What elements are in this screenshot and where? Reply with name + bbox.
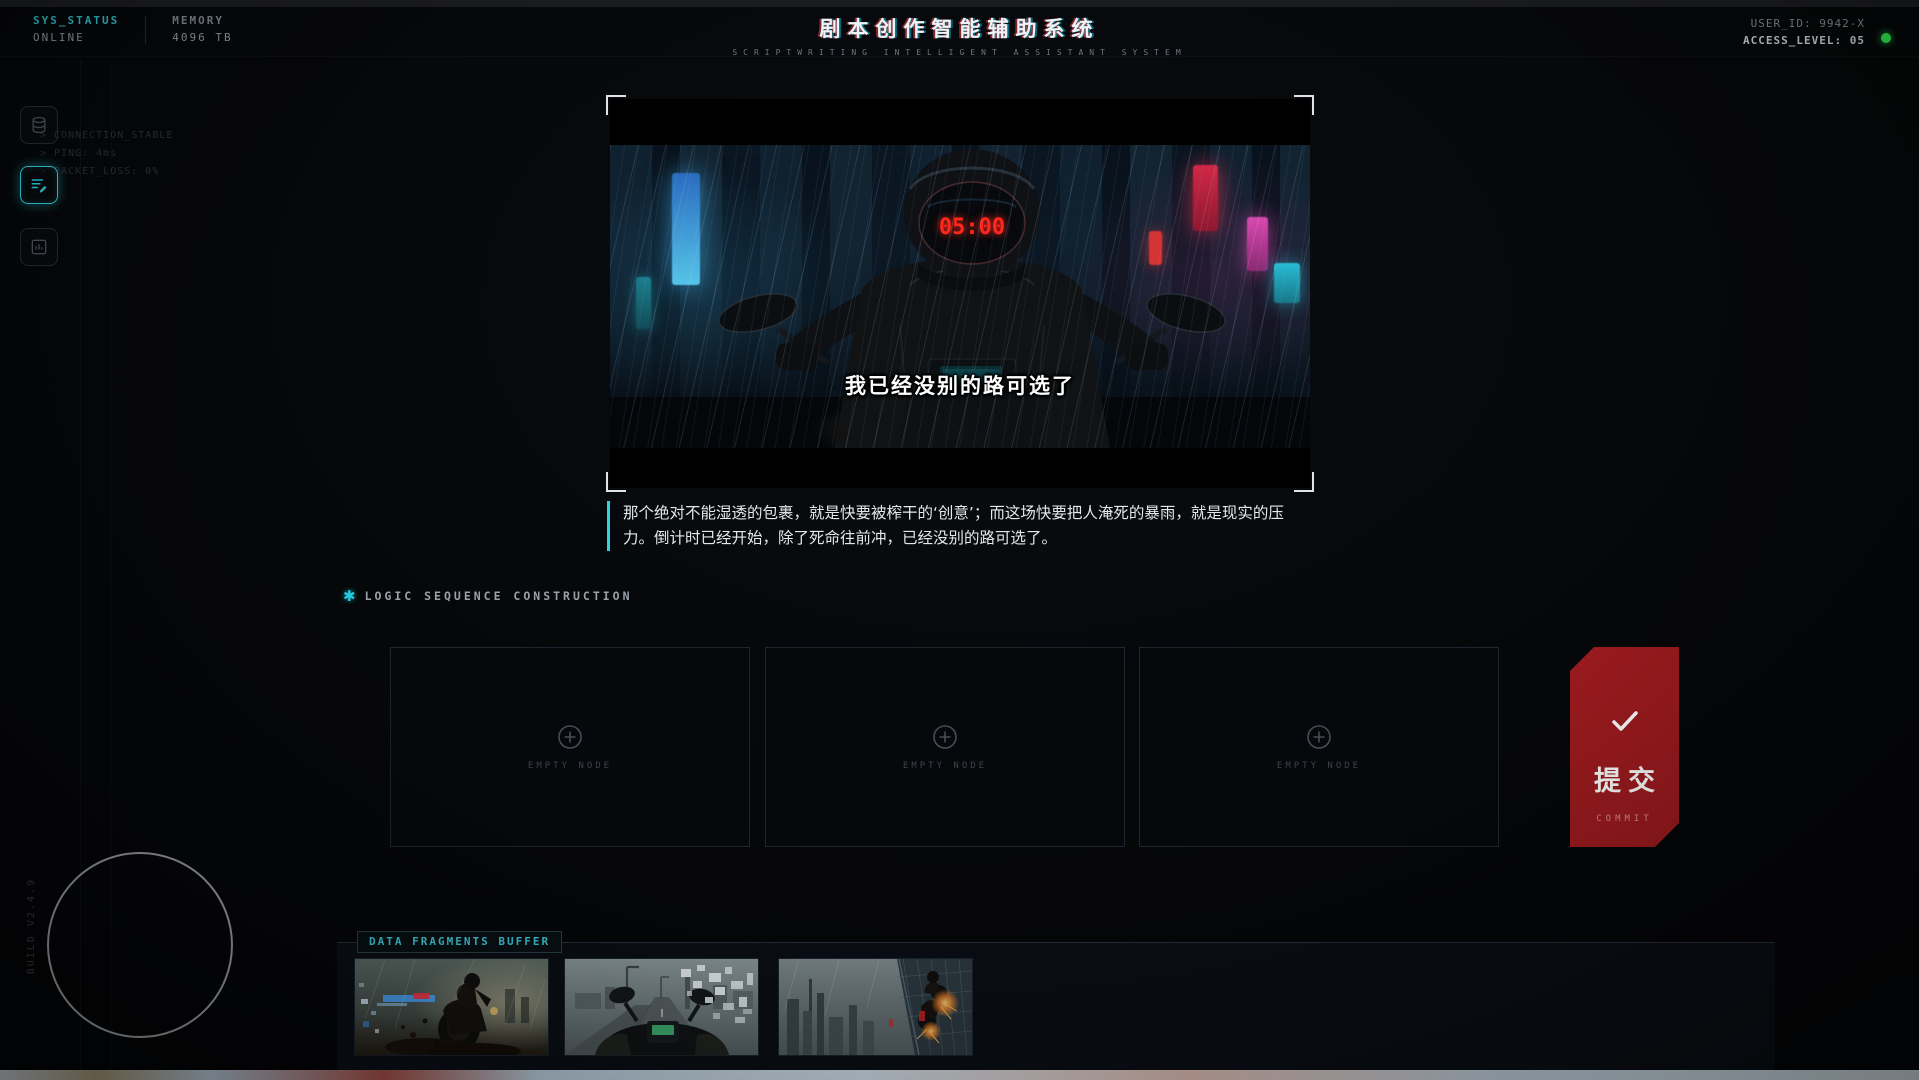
- frame-corner-bracket: [606, 95, 626, 115]
- rider-illustration: 05:00: [610, 145, 1310, 448]
- svg-text:05:00: 05:00: [939, 215, 1005, 240]
- scene-artwork: 05:00 我已经没别的路可选了: [610, 145, 1310, 448]
- online-status-dot: [1881, 33, 1891, 43]
- empty-node-label: EMPTY NODE: [1277, 761, 1361, 771]
- checkmark-icon: [1610, 709, 1640, 733]
- add-node-icon: [1305, 723, 1333, 751]
- logic-section-header: ✱ LOGIC SEQUENCE CONSTRUCTION: [343, 587, 633, 605]
- user-id: USER_ID: 9942-X: [1743, 17, 1865, 30]
- terminal-line: > PING: 4ms: [40, 148, 117, 159]
- scene-subtitle: 我已经没别的路可选了: [610, 370, 1310, 400]
- terminal-log: > CONNECTION_STABLE > PING: 4ms > PACKET…: [40, 127, 173, 181]
- fragment-thumbnail-firstperson[interactable]: [564, 958, 759, 1056]
- sidebar-item-database[interactable]: [20, 106, 58, 144]
- header-user-group: USER_ID: 9942-X ACCESS_LEVEL: 05: [1743, 17, 1865, 47]
- logic-node-slot-3[interactable]: EMPTY NODE: [1139, 647, 1499, 847]
- app-root: SYS_STATUS ONLINE MEMORY 4096 TB 剧本创作智能辅…: [0, 0, 1919, 1080]
- app-title: 剧本创作智能辅助系统: [0, 13, 1919, 43]
- commit-button[interactable]: 提交 COMMIT: [1570, 647, 1679, 847]
- bottom-peek-strip: [0, 1070, 1919, 1080]
- app-subtitle: SCRIPTWRITING INTELLIGENT ASSISTANT SYST…: [0, 48, 1919, 57]
- asterisk-icon: ✱: [343, 587, 356, 605]
- terminal-line: > CONNECTION_STABLE: [40, 130, 173, 141]
- chase-scene-art: [355, 959, 548, 1055]
- frame-corner-bracket: [1294, 95, 1314, 115]
- access-level: ACCESS_LEVEL: 05: [1743, 34, 1865, 47]
- script-edit-icon: [29, 175, 49, 195]
- database-icon: [29, 115, 49, 135]
- empty-node-label: EMPTY NODE: [903, 761, 987, 771]
- empty-node-label: EMPTY NODE: [528, 761, 612, 771]
- decorative-circle: [47, 852, 233, 1038]
- top-header: SYS_STATUS ONLINE MEMORY 4096 TB 剧本创作智能辅…: [0, 7, 1919, 57]
- data-fragments-label: DATA FRAGMENTS BUFFER: [357, 931, 562, 953]
- header-title-group: 剧本创作智能辅助系统 SCRIPTWRITING INTELLIGENT ASS…: [0, 13, 1919, 57]
- data-fragments-panel: [337, 942, 1775, 1080]
- frame-corner-bracket: [1294, 472, 1314, 492]
- scene-description: 那个绝对不能湿透的包裹，就是快要被榨干的‘创意’；而这场快要把人淹死的暴雨，就是…: [607, 501, 1314, 551]
- add-node-icon: [931, 723, 959, 751]
- sidebar-item-script-editor[interactable]: [20, 166, 58, 204]
- commit-label-cn: 提交: [1587, 759, 1662, 798]
- chart-icon: [29, 237, 49, 257]
- add-node-icon: [556, 723, 584, 751]
- wall-ride-art: [779, 959, 972, 1055]
- logic-node-slot-2[interactable]: EMPTY NODE: [765, 647, 1125, 847]
- fragment-thumbnail-wallride[interactable]: [778, 958, 973, 1056]
- first-person-art: [565, 959, 758, 1055]
- commit-label-en: COMMIT: [1596, 814, 1653, 824]
- frame-corner-bracket: [606, 472, 626, 492]
- fragment-thumbnail-chase[interactable]: [354, 958, 549, 1056]
- build-version-label: BUILD V2.4.9: [26, 878, 37, 974]
- storyboard-viewer[interactable]: 05:00 我已经没别的路可选了: [610, 99, 1310, 488]
- sidebar-item-analytics[interactable]: [20, 228, 58, 266]
- window-top-edge: [0, 0, 1919, 7]
- logic-node-slot-1[interactable]: EMPTY NODE: [390, 647, 750, 847]
- logic-section-label: LOGIC SEQUENCE CONSTRUCTION: [365, 589, 633, 603]
